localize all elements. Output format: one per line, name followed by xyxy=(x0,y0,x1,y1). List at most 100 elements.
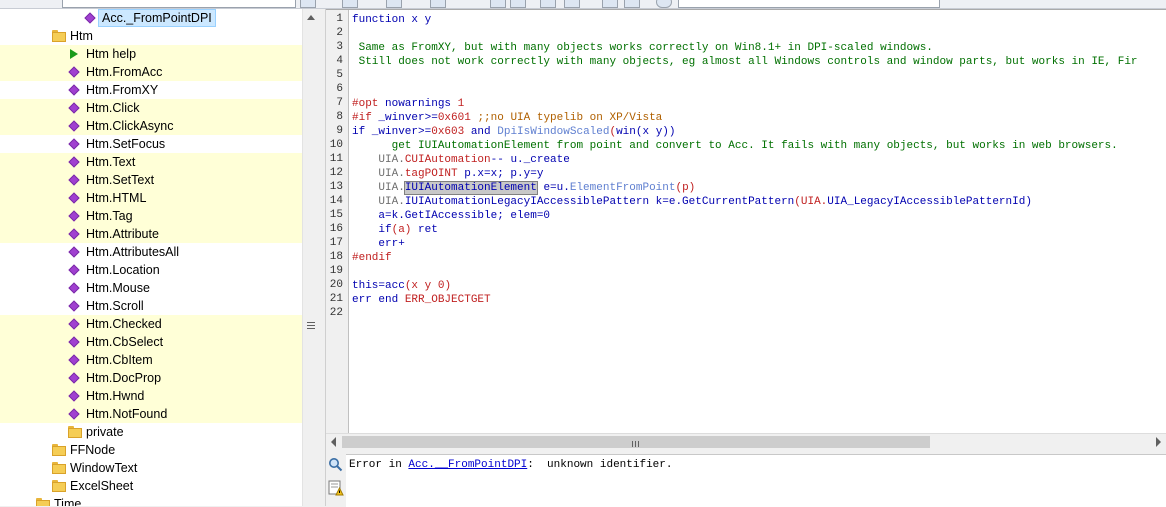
code-token: nowarnings xyxy=(378,98,458,110)
code-line-9: if _winver>=0x603 and DpiIsWindowScaled (… xyxy=(352,125,676,139)
tree-item[interactable]: Htm.Scroll xyxy=(0,297,302,315)
scroll-grip-icon xyxy=(307,322,315,323)
view-button-1[interactable] xyxy=(602,0,618,8)
tree-item-label: Htm.CbSelect xyxy=(86,335,164,349)
find-icon[interactable] xyxy=(328,457,343,472)
tree-item[interactable]: Time xyxy=(0,495,302,506)
code-token: (UIA. xyxy=(794,196,828,208)
tree-item[interactable]: Htm.SetText xyxy=(0,171,302,189)
code-token: err end xyxy=(352,294,399,306)
code-token: ) xyxy=(444,280,452,292)
tree-item[interactable]: ExcelSheet xyxy=(0,477,302,495)
code-token: UIA. xyxy=(378,154,405,166)
tree-item[interactable]: Acc._FromPointDPI xyxy=(0,9,302,27)
forward-button[interactable] xyxy=(564,0,580,8)
tree-toolbar-button[interactable] xyxy=(300,0,316,8)
indent-guide xyxy=(352,182,378,194)
tree-item-label: Htm.HTML xyxy=(86,191,147,205)
tree-item[interactable]: private xyxy=(0,423,302,441)
tree-item-label: Htm.Location xyxy=(86,263,160,277)
tree-item-label: Htm xyxy=(70,29,93,43)
tool-button-1[interactable] xyxy=(430,0,446,8)
tree-item[interactable]: FFNode xyxy=(0,441,302,459)
code-token: a=k.GetIAccessible; elem=0 xyxy=(378,210,551,222)
code-line-3: Same as FromXY, but with many objects wo… xyxy=(352,42,933,54)
scroll-thumb[interactable] xyxy=(342,436,930,448)
tree-item-label: Htm.Click xyxy=(86,101,140,115)
tree-item-label: Time xyxy=(54,497,82,506)
scroll-up-arrow-icon[interactable] xyxy=(307,15,315,20)
code-token: UIA. xyxy=(378,196,405,208)
tree-item[interactable]: Htm.Click xyxy=(0,99,302,117)
line-number: 22 xyxy=(329,307,343,319)
function-icon xyxy=(68,153,82,171)
keyboard-button[interactable] xyxy=(386,0,402,8)
tree-item[interactable]: Htm.CbSelect xyxy=(0,333,302,351)
toolbar xyxy=(0,0,1166,9)
code-token: e=u. xyxy=(536,182,570,194)
tree-item-label: FFNode xyxy=(70,443,116,457)
scroll-grip-line xyxy=(635,441,636,447)
tree-vertical-scrollbar[interactable] xyxy=(302,9,320,506)
line-number: 10 xyxy=(329,139,343,151)
code-token: (x y xyxy=(404,280,438,292)
code-token: ret xyxy=(418,224,438,236)
tree-item[interactable]: Htm.Tag xyxy=(0,207,302,225)
code-line-21: err end ERR_OBJECTGET xyxy=(352,293,491,307)
tree-item-label: Htm.DocProp xyxy=(86,371,162,385)
tree-item[interactable]: Htm.FromAcc xyxy=(0,63,302,81)
tree-item[interactable]: Htm.Attribute xyxy=(0,225,302,243)
tree-item[interactable]: Htm xyxy=(0,27,302,45)
line-number: 5 xyxy=(336,69,343,81)
tree-item[interactable]: Htm.AttributesAll xyxy=(0,243,302,261)
code-token: -- u. xyxy=(490,154,524,166)
tree-item-label: Htm.Mouse xyxy=(86,281,150,295)
pane-splitter[interactable] xyxy=(319,9,326,506)
code-token: 1 xyxy=(457,98,465,110)
error-suffix: : unknown identifier. xyxy=(527,459,673,471)
code-token: if xyxy=(378,224,392,236)
tree-item[interactable]: Htm.HTML xyxy=(0,189,302,207)
tool-button-2[interactable] xyxy=(490,0,506,8)
code-editor[interactable]: 1 2 3 4 5 6 7 8 9 10 11 12 13 14 15 16 17 18 19 20 21 22 func… xyxy=(326,9,1166,434)
function-icon xyxy=(84,9,98,27)
tree-item[interactable]: Htm.Mouse xyxy=(0,279,302,297)
selected-identifier[interactable]: IUIAutomationElement xyxy=(403,181,538,195)
tree-item[interactable]: Htm.DocProp xyxy=(0,369,302,387)
indent-guide xyxy=(352,238,378,250)
tree-item[interactable]: Htm help xyxy=(0,45,302,63)
editor-horizontal-scrollbar[interactable] xyxy=(326,433,1166,450)
file-tree[interactable]: Acc._FromPointDPI Htm Htm help Htm.FromAcc H… xyxy=(0,9,302,506)
tree-item[interactable]: Htm.FromXY xyxy=(0,81,302,99)
view-button-2[interactable] xyxy=(624,0,640,8)
code-area[interactable]: function x y Same as FromXY, but with ma… xyxy=(352,10,1166,434)
help-button[interactable] xyxy=(656,0,672,8)
code-token: if xyxy=(352,126,366,138)
function-icon xyxy=(68,369,82,387)
indent-guide xyxy=(352,210,378,222)
tree-item[interactable]: Htm.Hwnd xyxy=(0,387,302,405)
tool-button-3[interactable] xyxy=(510,0,526,8)
tree-item[interactable]: Htm.Location xyxy=(0,261,302,279)
function-icon xyxy=(68,387,82,405)
function-icon xyxy=(68,63,82,81)
tree-item[interactable]: Htm.NotFound xyxy=(0,405,302,423)
tree-item[interactable]: WindowText xyxy=(0,459,302,477)
tree-item[interactable]: Htm.SetFocus xyxy=(0,135,302,153)
find-help-input[interactable] xyxy=(678,0,940,8)
output-text[interactable]: Error in Acc.__FromPointDPI: unknown ide… xyxy=(346,454,1166,507)
tree-item[interactable]: Htm.Checked xyxy=(0,315,302,333)
help-run-icon xyxy=(68,45,82,63)
error-function-link[interactable]: Acc.__FromPointDPI xyxy=(408,459,527,471)
tree-filter-input[interactable] xyxy=(62,0,296,8)
scroll-left-arrow-icon[interactable] xyxy=(331,437,336,447)
function-icon xyxy=(68,189,82,207)
tree-item[interactable]: Htm.ClickAsync xyxy=(0,117,302,135)
edit-note-icon[interactable] xyxy=(328,480,344,496)
run-button[interactable] xyxy=(342,0,358,8)
tree-item[interactable]: Htm.Text xyxy=(0,153,302,171)
function-icon xyxy=(68,171,82,189)
scroll-right-arrow-icon[interactable] xyxy=(1156,437,1161,447)
tree-item[interactable]: Htm.CbItem xyxy=(0,351,302,369)
back-button[interactable] xyxy=(540,0,556,8)
